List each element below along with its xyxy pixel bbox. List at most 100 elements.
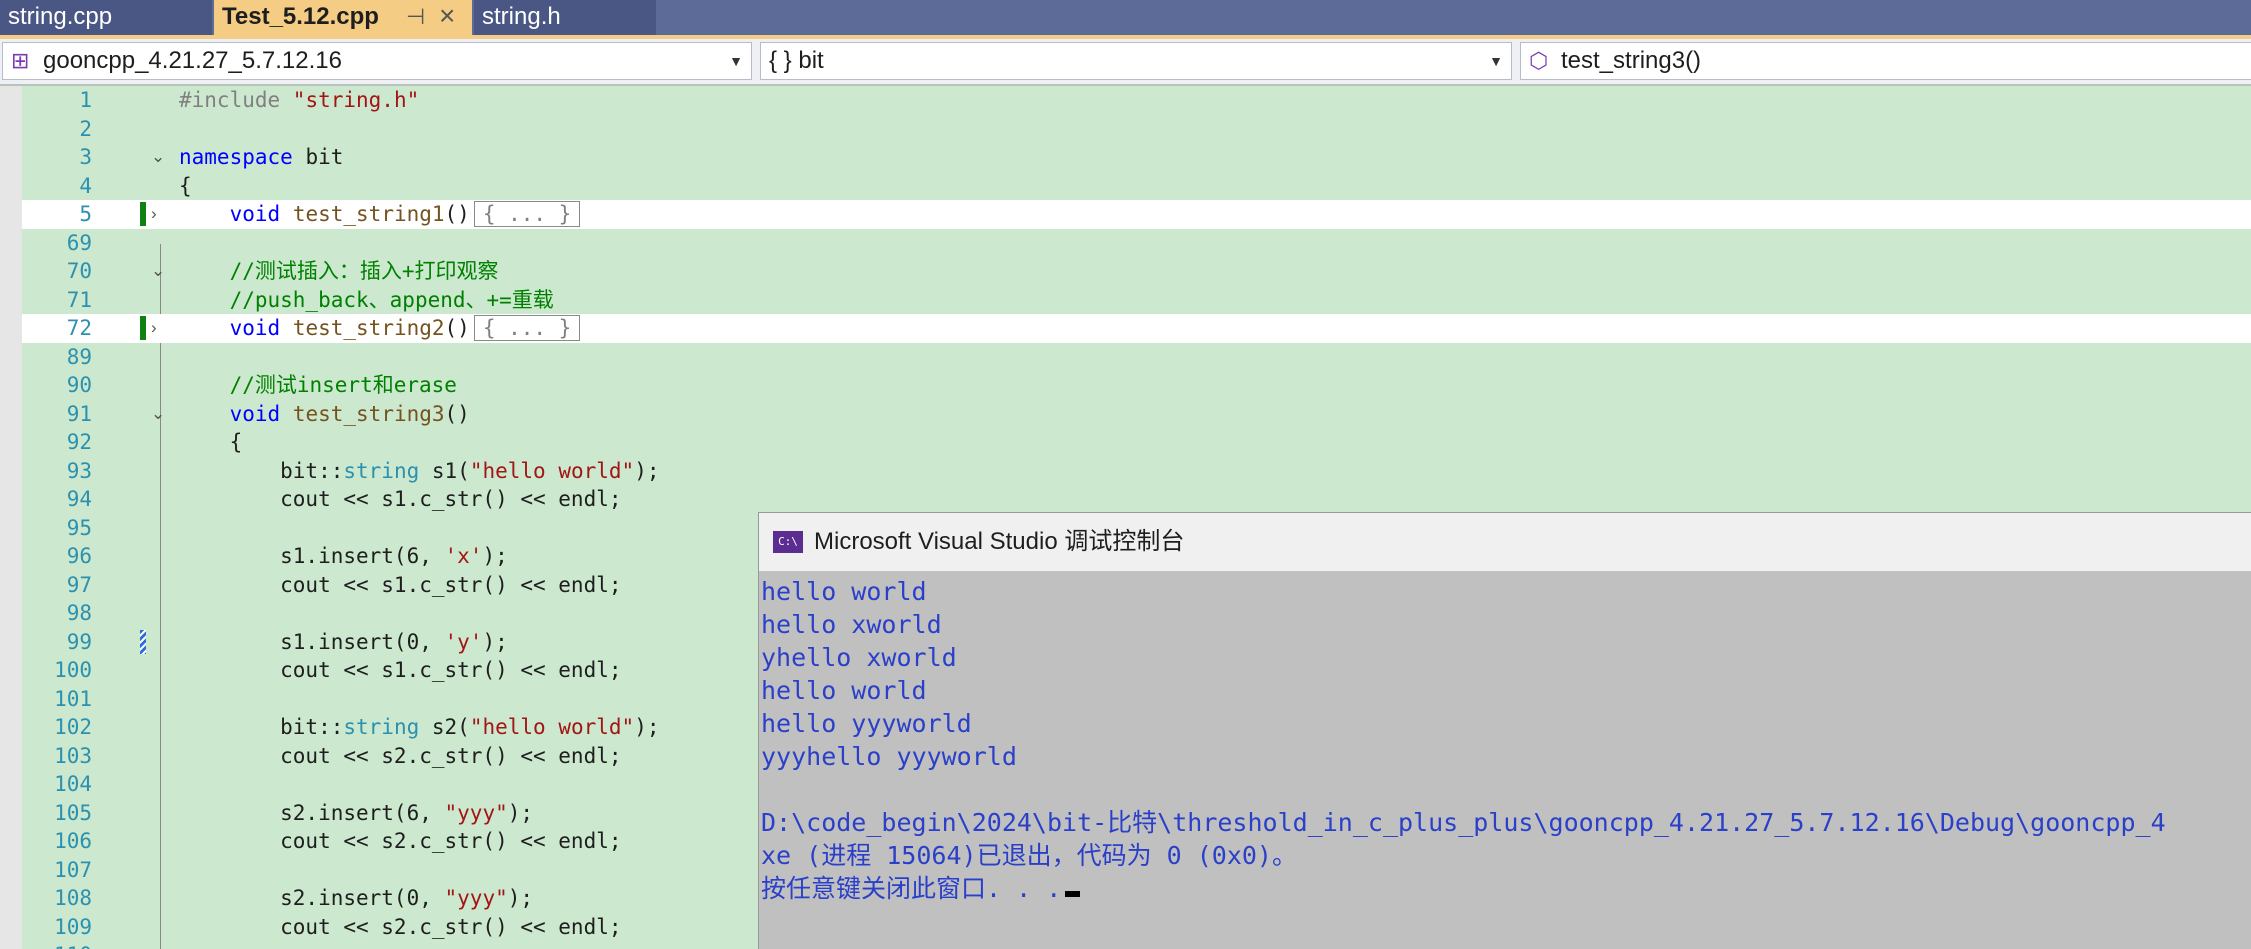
code-token: void [229, 316, 281, 340]
line-number: 70 [66, 259, 92, 283]
code-text: void test_string3() [179, 400, 470, 428]
fold-expanded-icon[interactable]: ⌄ [151, 400, 165, 428]
console-line: hello world [761, 575, 2251, 608]
tab-label: string.h [482, 3, 561, 30]
code-line[interactable]: 89 [22, 343, 2251, 372]
code-line[interactable]: 2 [22, 115, 2251, 144]
indicator-margin [0, 86, 22, 949]
project-icon: ⊞ [11, 48, 30, 73]
code-line[interactable]: 72 › void test_string2(){ ... } [22, 314, 2251, 343]
tab-test-5-12-cpp[interactable]: Test_5.12.cpp ⊣ × [214, 0, 472, 35]
code-token: cout << s1.c_str() << endl; [179, 487, 622, 511]
console-title-bar[interactable]: C:\ Microsoft Visual Studio 调试控制台 [759, 513, 2251, 571]
line-number: 4 [79, 173, 92, 198]
code-line[interactable]: 5 › void test_string1(){ ... } [22, 200, 2251, 229]
chevron-down-icon[interactable]: ▼ [729, 43, 743, 79]
member-dropdown[interactable]: ⬡ test_string3() [1520, 42, 2251, 80]
code-token: string [343, 715, 420, 739]
chevron-down-icon[interactable]: ▼ [1489, 43, 1503, 79]
code-token: bit [292, 145, 344, 169]
fold-expanded-icon[interactable]: ⌄ [151, 257, 165, 285]
code-line[interactable]: 91 ⌄ void test_string3() [22, 400, 2251, 429]
navigation-bar: ⊞ gooncpp_4.21.27_5.7.12.16 ▼ { } bit ▼ … [0, 39, 2251, 84]
code-token: cout << s2.c_str() << endl; [179, 914, 622, 939]
code-token: s1( [419, 458, 470, 483]
code-token: void [229, 401, 281, 426]
line-number: 69 [66, 230, 92, 255]
code-text: cout << s2.c_str() << endl; [179, 913, 622, 941]
code-text: //push_back、append、+=重载 [179, 286, 554, 314]
pin-icon[interactable]: ⊣ [406, 0, 425, 34]
code-line[interactable]: 71 //push_back、append、+=重载 [22, 286, 2251, 315]
fold-collapsed-icon[interactable]: › [151, 314, 157, 342]
console-line-text: 按任意键关闭此窗口. . . [761, 874, 1062, 903]
code-token: ); [507, 800, 534, 825]
change-marker [140, 202, 146, 226]
line-number: 95 [66, 515, 92, 540]
console-line-text: yyyhello yyyworld [761, 742, 1017, 771]
code-line[interactable]: 3 ⌄ namespace bit [22, 143, 2251, 172]
code-line[interactable]: 93 bit::string s1("hello world"); [22, 457, 2251, 486]
code-text: bit::string s1("hello world"); [179, 457, 659, 485]
line-number: 91 [66, 401, 92, 426]
line-number: 96 [66, 544, 92, 568]
debug-console-window[interactable]: C:\ Microsoft Visual Studio 调试控制台 hello … [758, 512, 2251, 949]
code-token: cout << s2.c_str() << endl; [179, 829, 622, 853]
code-token: void [229, 202, 281, 226]
line-number: 109 [54, 914, 92, 939]
code-token: () [444, 401, 470, 426]
console-output: hello world hello xworld yhello xworld hell… [761, 575, 2251, 905]
line-number: 90 [66, 373, 92, 397]
code-token: "string.h" [292, 88, 420, 112]
tab-string-h[interactable]: string.h [474, 0, 656, 35]
close-icon[interactable]: × [439, 0, 455, 33]
code-text: cout << s2.c_str() << endl; [179, 827, 622, 855]
line-number: 99 [66, 629, 92, 654]
line-number: 97 [66, 572, 92, 597]
code-line[interactable]: 94 cout << s1.c_str() << endl; [22, 485, 2251, 514]
code-text: //测试insert和erase [179, 371, 457, 399]
line-number: 100 [54, 658, 92, 682]
change-marker [140, 316, 146, 340]
code-token: ); [634, 715, 660, 739]
code-text: #include "string.h" [179, 86, 419, 114]
scope-name: { } bit [769, 47, 824, 74]
tab-label: Test_5.12.cpp [222, 3, 379, 30]
code-line[interactable]: 70 ⌄ //测试插入：插入+打印观察 [22, 257, 2251, 286]
collapsed-block[interactable]: { ... } [473, 315, 581, 341]
code-line[interactable]: 4{ [22, 172, 2251, 201]
console-line: xe (进程 15064)已退出，代码为 0 (0x0)。 [761, 839, 2251, 872]
code-token: s2.insert(0, [179, 886, 445, 910]
line-number: 72 [66, 316, 92, 340]
code-token: test_string1 [292, 202, 445, 226]
code-text: s2.insert(0, "yyy"); [179, 884, 533, 912]
code-text: namespace bit [179, 143, 343, 171]
code-token: cout << s1.c_str() << endl; [179, 658, 622, 682]
code-line[interactable]: 1 #include "string.h" [22, 86, 2251, 115]
collapsed-block[interactable]: { ... } [473, 201, 581, 227]
code-text: s2.insert(6, "yyy"); [179, 799, 533, 827]
code-token: test_string3 [292, 401, 445, 426]
code-token: bit:: [179, 458, 344, 483]
code-line[interactable]: 69 [22, 229, 2251, 258]
code-token: () [444, 202, 470, 226]
line-number: 89 [66, 344, 92, 369]
code-token: s1.insert(6, [179, 544, 445, 568]
line-number: 105 [54, 800, 92, 825]
fold-collapsed-icon[interactable]: › [151, 200, 157, 228]
fold-expanded-icon[interactable]: ⌄ [151, 143, 165, 171]
scope-dropdown[interactable]: { } bit ▼ [760, 42, 1512, 80]
line-number: 1 [79, 88, 92, 112]
cube-icon: ⬡ [1529, 48, 1549, 73]
code-token: string [343, 458, 420, 483]
code-line[interactable]: 90 //测试insert和erase [22, 371, 2251, 400]
code-line[interactable]: 92 { [22, 428, 2251, 457]
project-dropdown[interactable]: ⊞ gooncpp_4.21.27_5.7.12.16 ▼ [2, 42, 752, 80]
code-token: cout << s1.c_str() << endl; [179, 572, 622, 597]
tab-string-cpp[interactable]: string.cpp [0, 0, 212, 35]
